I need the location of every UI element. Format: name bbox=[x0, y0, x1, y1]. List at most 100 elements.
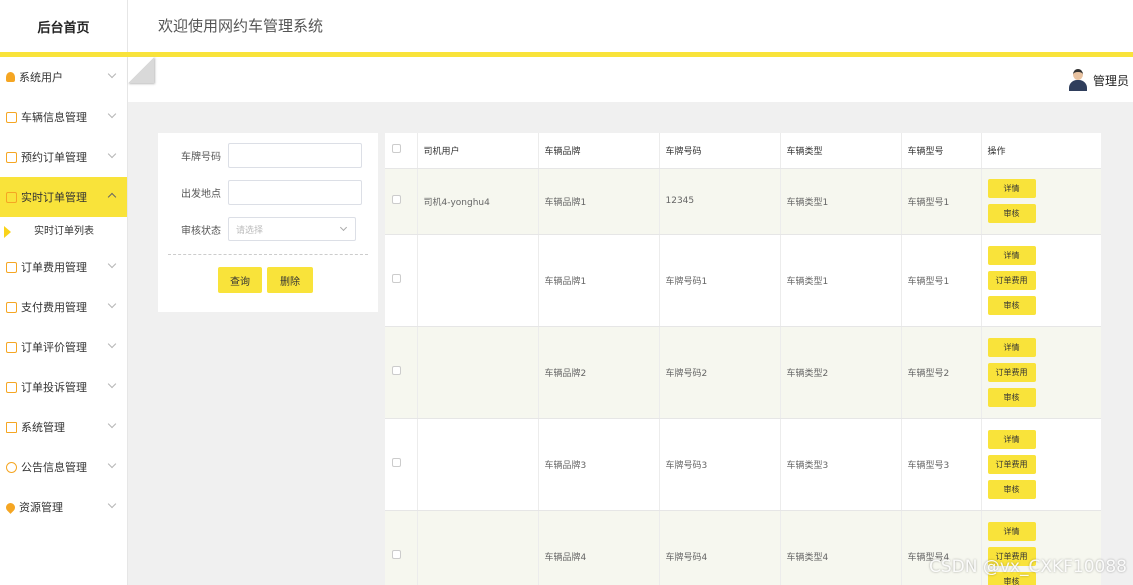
chevron-down-icon bbox=[107, 339, 117, 349]
document-icon bbox=[6, 261, 17, 273]
order-fee-button[interactable]: 订单费用 bbox=[987, 362, 1036, 382]
document-icon bbox=[6, 381, 17, 393]
sidebar-item-label: 车辆信息管理 bbox=[21, 111, 87, 124]
sidebar-item-system-users[interactable]: 系统用户 bbox=[0, 57, 127, 97]
sidebar-item-order-complaints[interactable]: 订单投诉管理 bbox=[0, 367, 127, 407]
page-fold-decoration bbox=[128, 57, 154, 83]
sidebar-item-label: 实时订单管理 bbox=[21, 191, 87, 204]
review-button[interactable]: 审核 bbox=[987, 387, 1036, 407]
select-all-checkbox[interactable] bbox=[392, 144, 401, 154]
admin-user-menu[interactable]: 管理员 bbox=[1068, 69, 1129, 91]
details-button[interactable]: 详情 bbox=[987, 337, 1036, 357]
pin-icon bbox=[4, 500, 17, 514]
sidebar-item-label: 系统用户 bbox=[19, 71, 63, 84]
cell-operations: 详情 订单费用 审核 bbox=[981, 234, 1101, 327]
row-checkbox[interactable] bbox=[392, 195, 401, 204]
chevron-down-icon bbox=[107, 299, 117, 309]
sidebar-item-realtime-orders[interactable]: 实时订单管理 bbox=[0, 177, 127, 217]
sidebar-subitem-label: 实时订单列表 bbox=[34, 226, 94, 237]
chevron-down-icon bbox=[107, 379, 117, 389]
cell-brand: 车辆品牌4 bbox=[538, 510, 660, 585]
row-checkbox[interactable] bbox=[392, 366, 401, 375]
cell-operations: 详情 审核 bbox=[981, 168, 1101, 235]
cell-driver bbox=[417, 418, 539, 511]
cell-type: 车辆类型3 bbox=[780, 418, 902, 511]
sidebar-item-resources[interactable]: 资源管理 bbox=[0, 487, 127, 527]
plate-number-input[interactable] bbox=[228, 142, 362, 168]
column-header: 车辆型号 bbox=[901, 133, 982, 169]
cell-type: 车辆类型2 bbox=[780, 326, 902, 419]
sidebar-item-label: 订单费用管理 bbox=[21, 261, 87, 274]
status-label: 审核状态 bbox=[181, 225, 221, 237]
cell-type: 车辆类型4 bbox=[780, 510, 902, 585]
plate-field-row: 车牌号码 bbox=[158, 142, 378, 168]
status-select[interactable]: 请选择 bbox=[228, 217, 356, 241]
sidebar-item-order-reviews[interactable]: 订单评价管理 bbox=[0, 327, 127, 367]
sidebar-item-label: 订单评价管理 bbox=[21, 341, 87, 354]
row-checkbox[interactable] bbox=[392, 274, 401, 283]
sidebar-subitem-realtime-order-list[interactable]: 实时订单列表 bbox=[0, 217, 127, 247]
top-header: 后台首页 欢迎使用网约车管理系统 bbox=[0, 0, 1133, 52]
sidebar-item-reservation-orders[interactable]: 预约订单管理 bbox=[0, 137, 127, 177]
column-header: 车牌号码 bbox=[659, 133, 781, 169]
sidebar-item-vehicle-info[interactable]: 车辆信息管理 bbox=[0, 97, 127, 137]
document-icon bbox=[6, 301, 17, 313]
brand-home-link[interactable]: 后台首页 bbox=[0, 0, 128, 52]
cell-model: 车辆型号1 bbox=[901, 234, 982, 327]
cell-plate: 12345 bbox=[659, 168, 781, 235]
chevron-down-icon bbox=[339, 223, 348, 232]
cell-brand: 车辆品牌3 bbox=[538, 418, 660, 511]
table-header-row: 司机用户 车辆品牌 车牌号码 车辆类型 车辆型号 操作 bbox=[385, 133, 1101, 169]
chevron-down-icon bbox=[107, 109, 117, 119]
details-button[interactable]: 详情 bbox=[987, 245, 1036, 265]
cell-brand: 车辆品牌1 bbox=[538, 234, 660, 327]
sidebar-item-order-fees[interactable]: 订单费用管理 bbox=[0, 247, 127, 287]
table-row: 司机4-yonghu4 车辆品牌1 12345 车辆类型1 车辆型号1 详情 审… bbox=[385, 168, 1101, 235]
sidebar-item-system-management[interactable]: 系统管理 bbox=[0, 407, 127, 447]
chevron-down-icon bbox=[107, 499, 117, 509]
cell-brand: 车辆品牌2 bbox=[538, 326, 660, 419]
row-checkbox[interactable] bbox=[392, 550, 401, 559]
cell-operations: 详情 订单费用 审核 bbox=[981, 418, 1101, 511]
cell-brand: 车辆品牌1 bbox=[538, 168, 660, 235]
delete-button[interactable]: 删除 bbox=[267, 267, 313, 293]
cell-model: 车辆型号2 bbox=[901, 326, 982, 419]
review-button[interactable]: 审核 bbox=[987, 479, 1036, 499]
query-button[interactable]: 查询 bbox=[218, 267, 262, 293]
cell-type: 车辆类型1 bbox=[780, 168, 902, 235]
user-icon bbox=[6, 72, 15, 82]
select-all-cell bbox=[385, 133, 418, 169]
origin-field-row: 出发地点 bbox=[158, 179, 378, 205]
document-icon bbox=[6, 111, 17, 123]
admin-name: 管理员 bbox=[1092, 73, 1129, 88]
details-button[interactable]: 详情 bbox=[987, 429, 1036, 449]
origin-label: 出发地点 bbox=[181, 188, 221, 200]
sidebar-item-label: 支付费用管理 bbox=[21, 301, 87, 314]
review-button[interactable]: 审核 bbox=[987, 204, 1036, 223]
details-button[interactable]: 详情 bbox=[987, 179, 1036, 198]
cell-driver bbox=[417, 234, 539, 327]
orders-table: 司机用户 车辆品牌 车牌号码 车辆类型 车辆型号 操作 司机4-yonghu4 … bbox=[385, 133, 1101, 585]
order-fee-button[interactable]: 订单费用 bbox=[987, 454, 1036, 474]
info-icon bbox=[6, 461, 17, 473]
sidebar-item-label: 公告信息管理 bbox=[21, 461, 87, 474]
column-header: 操作 bbox=[981, 133, 1101, 169]
document-icon bbox=[6, 151, 17, 163]
sidebar-item-payment-fees[interactable]: 支付费用管理 bbox=[0, 287, 127, 327]
status-select-placeholder: 请选择 bbox=[236, 225, 264, 236]
document-icon bbox=[6, 341, 17, 353]
cell-type: 车辆类型1 bbox=[780, 234, 902, 327]
row-checkbox[interactable] bbox=[392, 458, 401, 467]
details-button[interactable]: 详情 bbox=[987, 521, 1036, 541]
column-header: 车辆品牌 bbox=[538, 133, 660, 169]
active-marker-icon bbox=[4, 226, 11, 238]
chevron-down-icon bbox=[107, 259, 117, 269]
sidebar-item-announcements[interactable]: 公告信息管理 bbox=[0, 447, 127, 487]
origin-input[interactable] bbox=[228, 179, 362, 205]
watermark: CSDN @vx_CXKF10088 bbox=[928, 557, 1127, 577]
chevron-down-icon bbox=[107, 149, 117, 159]
order-fee-button[interactable]: 订单费用 bbox=[987, 270, 1036, 290]
cell-driver bbox=[417, 326, 539, 419]
review-button[interactable]: 审核 bbox=[987, 295, 1036, 315]
sidebar-item-label: 预约订单管理 bbox=[21, 151, 87, 164]
